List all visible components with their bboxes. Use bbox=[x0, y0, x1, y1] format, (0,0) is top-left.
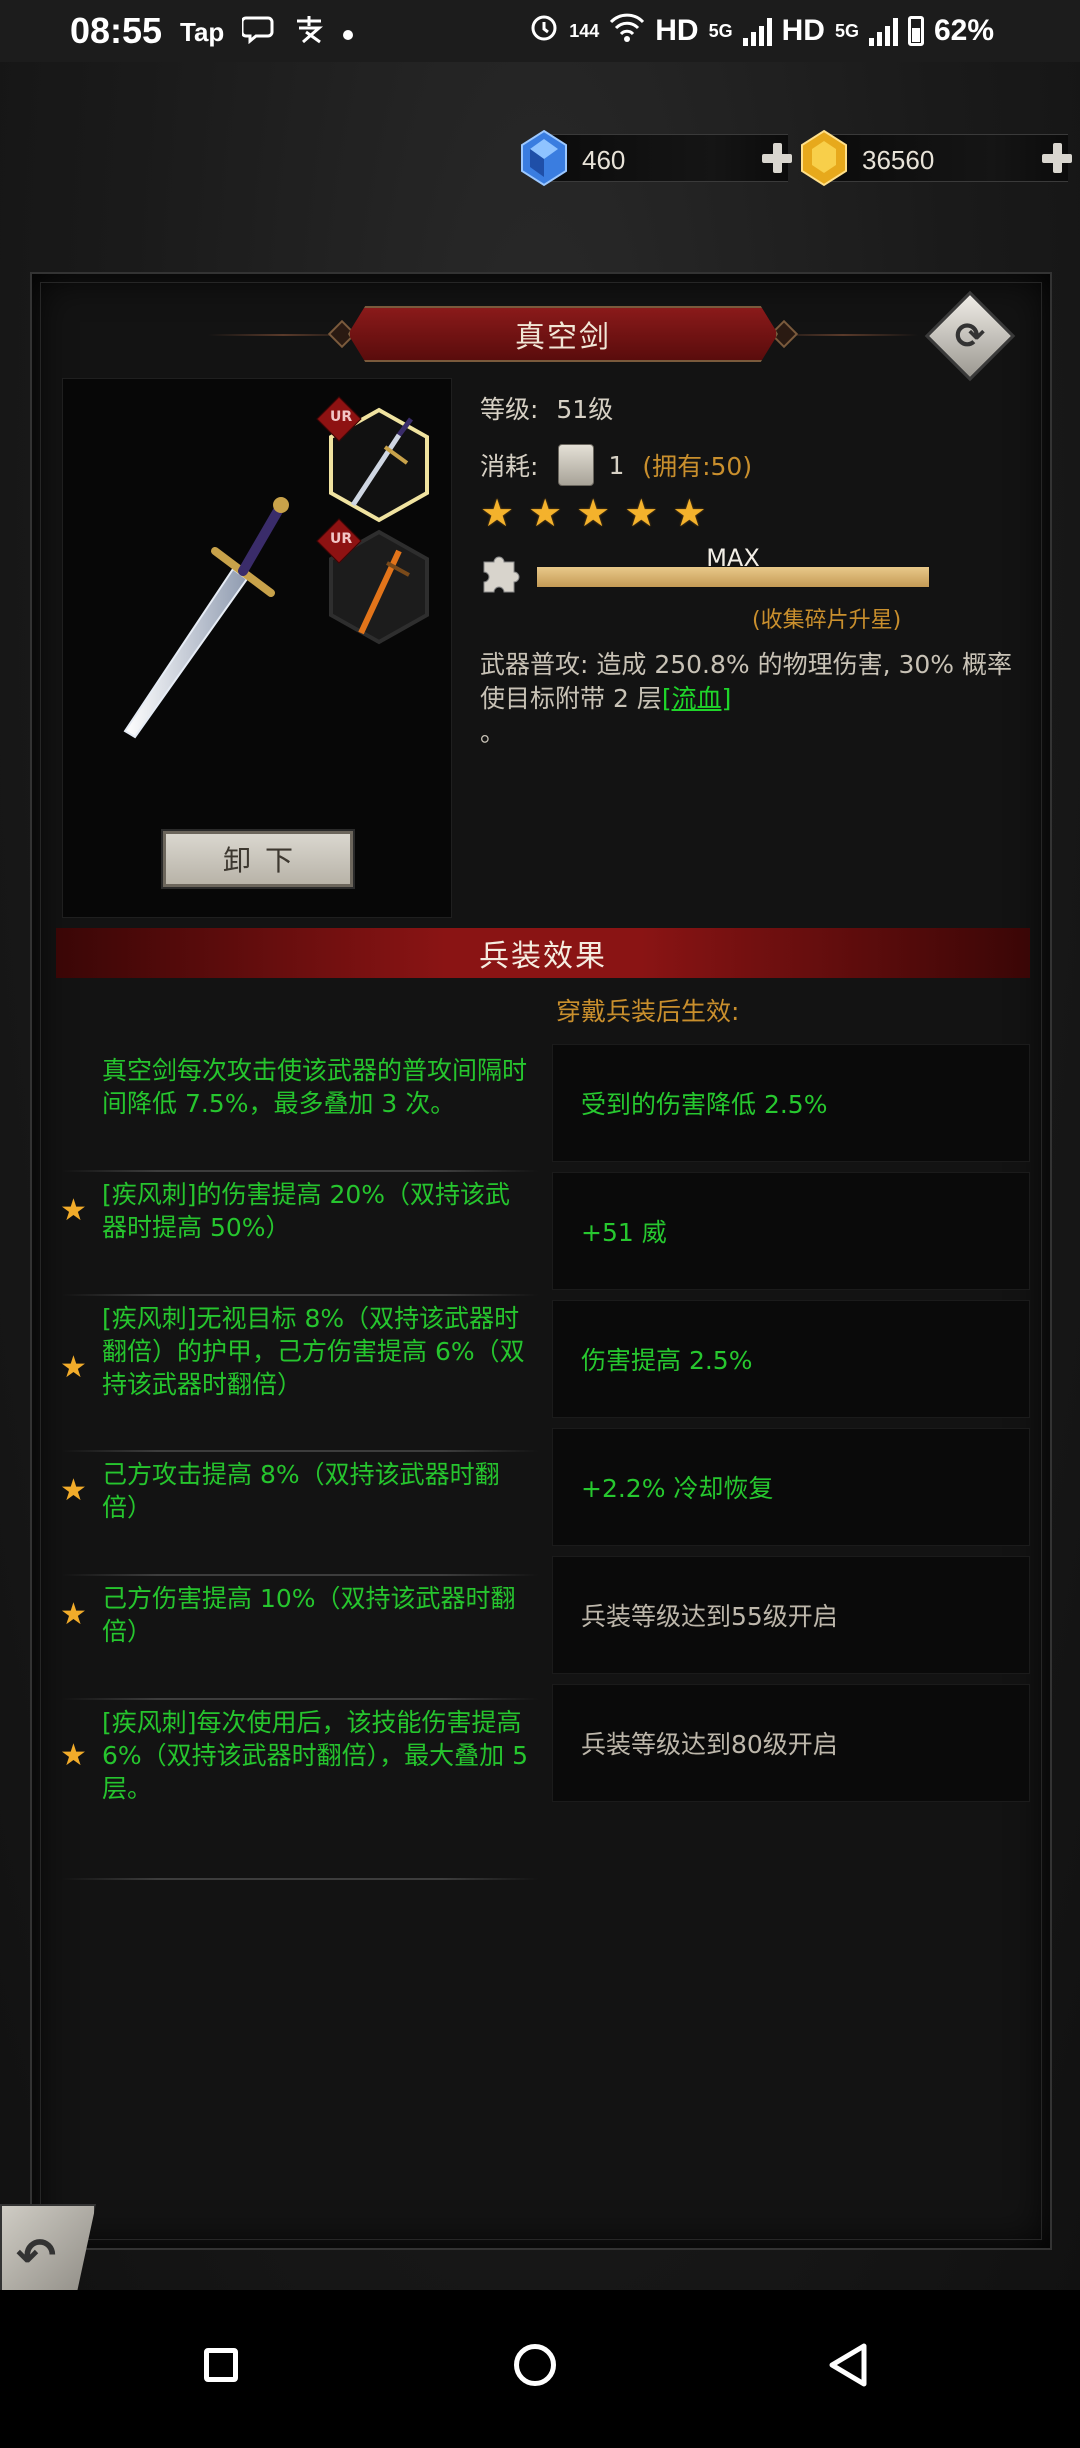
weapon-name: 真空剑 bbox=[515, 320, 611, 355]
battery-percent: 62% bbox=[933, 14, 994, 47]
cost-row: 消耗: 1 (拥有:50) bbox=[480, 444, 752, 486]
wifi-icon bbox=[609, 12, 645, 50]
level-value: 51级 bbox=[556, 395, 614, 424]
recent-apps-button[interactable] bbox=[204, 2348, 238, 2382]
effect-divider bbox=[62, 1170, 538, 1172]
effect-divider bbox=[62, 1294, 538, 1296]
star-rating: ★ ★ ★ ★ ★ bbox=[480, 494, 706, 532]
alipay-icon bbox=[294, 14, 324, 51]
cost-label: 消耗: bbox=[480, 452, 539, 481]
bonus-item: +2.2% 冷却恢复 bbox=[552, 1428, 1030, 1546]
effect-divider bbox=[62, 1450, 538, 1452]
hd-label-2: HD bbox=[781, 14, 825, 47]
effect-text: [疾风刺]的伤害提高 20%（双持该武器时提高 50%） bbox=[102, 1180, 511, 1242]
weapon-title-banner: 真空剑 bbox=[348, 306, 778, 362]
unequip-button[interactable]: 卸下 bbox=[163, 831, 353, 887]
status-bar: 08:55 Tap 144 HD 5G HD 5G 62% bbox=[0, 0, 1080, 62]
effect-divider bbox=[62, 1698, 538, 1700]
star-icon: ★ bbox=[480, 491, 515, 535]
description-end: 。 bbox=[480, 718, 506, 747]
dot-icon bbox=[342, 17, 354, 48]
signal-icon-2 bbox=[868, 16, 898, 46]
effect-text: [疾风刺]无视目标 8%（双持该武器时翻倍）的护甲，己方伤害提高 6%（双持该武… bbox=[102, 1304, 525, 1399]
chat-icon bbox=[240, 14, 276, 51]
bonus-text: +51 威 bbox=[581, 1218, 667, 1247]
bonus-text: 兵装等级达到55级开启 bbox=[581, 1602, 838, 1631]
owned-count: (拥有:50) bbox=[642, 452, 753, 481]
gold-gem-icon bbox=[801, 129, 847, 187]
bonus-text: +2.2% 冷却恢复 bbox=[581, 1474, 774, 1503]
alarm-icon bbox=[529, 12, 559, 50]
sword-image bbox=[123, 497, 289, 739]
effect-star-icon: ★ bbox=[60, 1350, 87, 1385]
progress-hint: (收集碎片升星) bbox=[752, 608, 902, 633]
effect-text: 己方攻击提高 8%（双持该武器时翻倍） bbox=[102, 1460, 500, 1522]
star-icon: ★ bbox=[624, 491, 659, 535]
refresh-rate: 144 bbox=[569, 20, 600, 41]
system-icons: 144 HD 5G HD 5G 62% bbox=[529, 12, 994, 50]
network-label-2: 5G bbox=[834, 20, 859, 41]
description-text: 武器普攻: 造成 250.8% 的物理伤害, 30% 概率使目标附带 2 层 bbox=[480, 650, 1012, 713]
bonus-item: 兵装等级达到55级开启 bbox=[552, 1556, 1030, 1674]
hd-label-1: HD bbox=[655, 14, 699, 47]
back-arrow-icon: ↶ bbox=[16, 2228, 57, 2284]
effect-star-icon: ★ bbox=[60, 1597, 87, 1632]
unequip-label: 卸下 bbox=[222, 844, 307, 877]
add-gold-button[interactable] bbox=[1038, 139, 1076, 177]
effects-subtitle: 穿戴兵装后生效: bbox=[556, 997, 740, 1026]
effect-star-icon: ★ bbox=[60, 1473, 87, 1508]
swap-icon: ⟳ bbox=[954, 315, 986, 357]
effect-text: 真空剑每次攻击使该武器的普攻间隔时间降低 7.5%，最多叠加 3 次。 bbox=[102, 1056, 528, 1118]
star-icon: ★ bbox=[672, 491, 707, 535]
bonus-text: 受到的伤害降低 2.5% bbox=[581, 1090, 828, 1119]
effect-star-icon: ★ bbox=[60, 1737, 87, 1773]
gold-currency: 36560 bbox=[801, 129, 1072, 187]
weapon-description: 武器普攻: 造成 250.8% 的物理伤害, 30% 概率使目标附带 2 层[流… bbox=[480, 648, 1020, 750]
star-icon: ★ bbox=[576, 491, 611, 535]
equipment-effects-header: 兵装效果 bbox=[56, 928, 1030, 978]
add-diamond-button[interactable] bbox=[758, 139, 796, 177]
cost-count: 1 bbox=[608, 450, 625, 480]
nav-back-button[interactable] bbox=[826, 2342, 872, 2388]
section-title: 兵装效果 bbox=[479, 939, 607, 974]
bonus-text: 伤害提高 2.5% bbox=[581, 1346, 753, 1375]
notification-icons: Tap bbox=[180, 14, 354, 51]
scroll-icon bbox=[558, 444, 595, 486]
diamond-currency: 460 bbox=[521, 129, 792, 187]
effect-star-icon: ★ bbox=[60, 1193, 87, 1228]
tap-icon: Tap bbox=[180, 17, 225, 47]
network-label-1: 5G bbox=[708, 20, 733, 41]
star-icon: ★ bbox=[528, 491, 563, 535]
puzzle-piece-icon bbox=[483, 556, 520, 593]
second-weapon-slot[interactable]: UR bbox=[316, 518, 431, 645]
signal-icon bbox=[742, 16, 772, 46]
effect-text: [疾风刺]每次使用后，该技能伤害提高 6%（双持该武器时翻倍），最大叠加 5 层… bbox=[102, 1708, 529, 1803]
level-row: 等级: 51级 bbox=[480, 390, 613, 426]
effect-text: 己方伤害提高 10%（双持该武器时翻倍） bbox=[102, 1584, 516, 1646]
bonus-item: 伤害提高 2.5% bbox=[552, 1300, 1030, 1418]
bonus-text: 兵装等级达到80级开启 bbox=[581, 1730, 838, 1759]
battery-icon bbox=[907, 16, 924, 46]
gold-amount: 36560 bbox=[862, 145, 935, 175]
equipped-weapon-slot[interactable]: UR bbox=[316, 396, 431, 523]
bonus-item: 兵装等级达到80级开启 bbox=[552, 1684, 1030, 1802]
clock: 08:55 bbox=[70, 10, 163, 51]
diamond-amount: 460 bbox=[582, 145, 626, 175]
weapon-panel: 真空剑 ⟳ UR UR 卸下 等级: 51级 消耗: 1 (拥有:50) ★ ★… bbox=[30, 272, 1052, 2250]
bonus-item: +51 威 bbox=[552, 1172, 1030, 1290]
effect-divider bbox=[62, 1878, 538, 1880]
bleed-link[interactable]: [流血] bbox=[662, 684, 732, 713]
home-button[interactable] bbox=[514, 2344, 556, 2386]
blue-gem-icon bbox=[521, 129, 567, 187]
effect-divider bbox=[62, 1574, 538, 1576]
system-nav-bar bbox=[0, 2290, 1080, 2448]
progress-label: MAX bbox=[706, 544, 760, 572]
level-label: 等级: bbox=[480, 395, 539, 424]
bonus-item: 受到的伤害降低 2.5% bbox=[552, 1044, 1030, 1162]
weapon-display: UR UR 卸下 bbox=[62, 378, 452, 918]
